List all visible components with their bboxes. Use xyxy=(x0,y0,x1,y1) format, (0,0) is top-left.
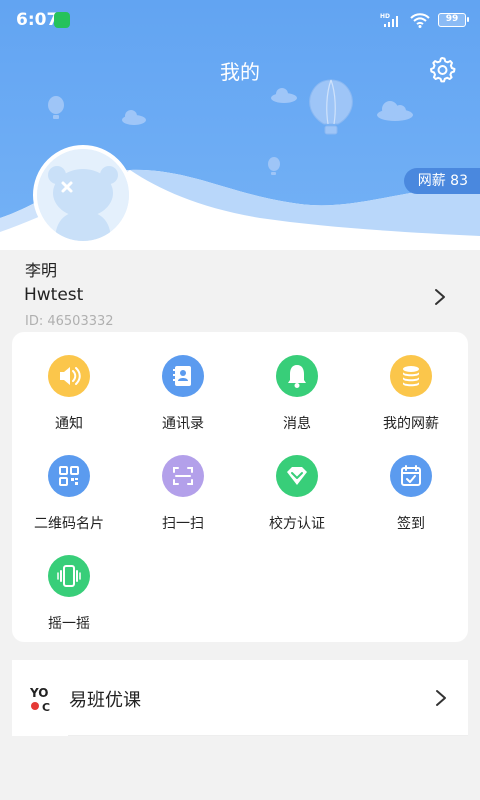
grid-item-messages[interactable]: 消息 xyxy=(240,332,354,432)
qrcode-icon xyxy=(48,455,90,497)
diamond-icon xyxy=(276,455,318,497)
grid-label: 我的网薪 xyxy=(383,416,439,432)
status-bar: 6:07 HD 99 xyxy=(0,0,480,40)
grid-item-scan[interactable]: 扫一扫 xyxy=(126,432,240,532)
grid-item-check-in[interactable]: 签到 xyxy=(354,432,468,532)
grid-item-notification[interactable]: 通知 xyxy=(12,332,126,432)
grid-label: 通知 xyxy=(55,416,83,432)
bell-icon xyxy=(276,355,318,397)
course-title: 易班优课 xyxy=(69,690,141,711)
network-hd-label: HD xyxy=(380,13,390,20)
grid-item-contacts[interactable]: 通讯录 xyxy=(126,332,240,432)
grid-label: 校方认证 xyxy=(269,516,325,532)
profile-chevron-right-icon[interactable] xyxy=(430,286,450,308)
shake-phone-icon xyxy=(48,555,90,597)
status-indicators: HD 99 xyxy=(380,10,469,30)
profile-organization[interactable]: Hwtest xyxy=(24,285,83,305)
salary-badge[interactable]: 网薪 83 xyxy=(403,168,480,194)
grid-item-school-certification[interactable]: 校方认证 xyxy=(240,432,354,532)
svg-text:YO: YO xyxy=(30,686,48,700)
settings-gear-icon[interactable] xyxy=(428,55,456,83)
function-grid: 通知 通讯录 消息 我的网薪 二维码名片 扫一扫 校方认证 签到 摇一摇 xyxy=(12,332,468,642)
svg-text:C: C xyxy=(42,701,50,713)
grid-item-shake[interactable]: 摇一摇 xyxy=(12,532,126,632)
yoc-logo: YO C xyxy=(30,686,50,713)
grid-label: 二维码名片 xyxy=(34,516,104,532)
default-bear-avatar-icon xyxy=(37,149,129,241)
grid-item-qrcode-card[interactable]: 二维码名片 xyxy=(12,432,126,532)
profile-name: 李明 xyxy=(25,261,58,280)
course-chevron-right-icon xyxy=(436,690,446,706)
wifi-icon xyxy=(410,13,430,28)
battery-icon: 99 xyxy=(438,13,469,27)
course-card-yiban[interactable]: YO C 易班优课 xyxy=(12,660,468,736)
grid-label: 扫一扫 xyxy=(162,516,204,532)
profile-id: ID: 46503332 xyxy=(25,314,114,329)
coins-icon xyxy=(390,355,432,397)
divider xyxy=(68,735,468,736)
grid-item-my-salary[interactable]: 我的网薪 xyxy=(354,332,468,432)
calendar-check-icon xyxy=(390,455,432,497)
profile-header: 6:07 HD 99 我的 网薪 83 xyxy=(0,0,480,250)
avatar[interactable] xyxy=(33,145,133,245)
scan-icon xyxy=(162,455,204,497)
grid-label: 摇一摇 xyxy=(48,616,90,632)
grid-label: 签到 xyxy=(397,516,425,532)
grid-label: 通讯录 xyxy=(162,416,204,432)
signal-icon: HD xyxy=(380,13,398,27)
status-time: 6:07 xyxy=(16,10,59,30)
page-title: 我的 xyxy=(220,60,260,84)
phone-call-icon xyxy=(54,12,70,28)
contacts-icon xyxy=(162,355,204,397)
grid-label: 消息 xyxy=(283,416,311,432)
speaker-icon xyxy=(48,355,90,397)
